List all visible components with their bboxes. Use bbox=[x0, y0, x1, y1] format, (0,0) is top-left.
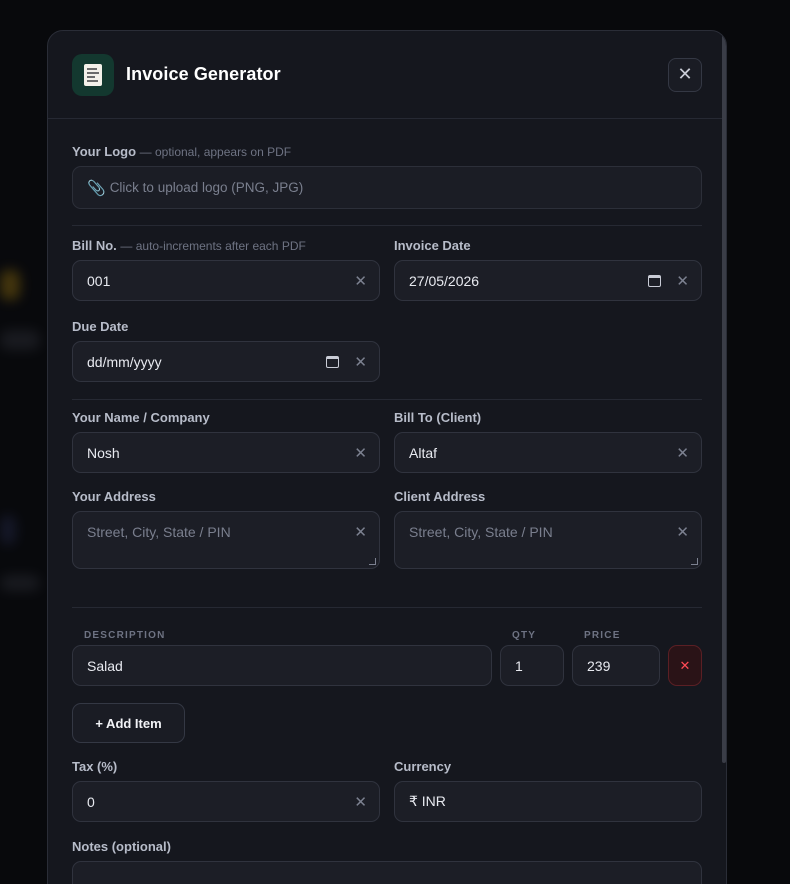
currency-value: ₹ INR bbox=[409, 793, 446, 809]
clear-icon[interactable]: ✕ bbox=[354, 353, 367, 371]
bill-no-value: 001 bbox=[87, 272, 111, 289]
your-name-label: Your Name / Company bbox=[72, 410, 210, 425]
receipt-icon bbox=[72, 53, 114, 96]
logo-hint: — optional, appears on PDF bbox=[139, 145, 292, 159]
add-item-button[interactable]: + Add Item bbox=[72, 703, 185, 743]
column-price-header: PRICE bbox=[584, 630, 621, 641]
invoice-modal: Invoice Generator ✕ Your Logo — optional… bbox=[47, 30, 727, 884]
clear-icon[interactable]: ✕ bbox=[676, 523, 689, 541]
client-address-textarea[interactable]: Street, City, State / PIN ✕ bbox=[394, 511, 702, 569]
your-name-value: Nosh bbox=[87, 444, 120, 461]
bill-no-label: Bill No. — auto-increments after each PD… bbox=[72, 238, 306, 253]
item-price-value: 239 bbox=[587, 657, 611, 674]
close-button[interactable]: ✕ bbox=[668, 57, 702, 92]
client-address-label: Client Address bbox=[394, 489, 486, 504]
due-date-input[interactable]: dd/mm/yyyy ✕ bbox=[72, 341, 380, 382]
backdrop-shape bbox=[0, 330, 40, 350]
delete-item-button[interactable]: ✕ bbox=[668, 645, 702, 686]
notes-textarea[interactable] bbox=[72, 861, 702, 884]
resize-handle[interactable] bbox=[691, 558, 698, 565]
item-price-input[interactable]: 239 bbox=[572, 645, 660, 686]
bill-to-value: Altaf bbox=[409, 444, 438, 461]
item-qty-input[interactable]: 1 bbox=[500, 645, 564, 686]
line-item-row: Salad 1 239 ✕ bbox=[72, 645, 702, 686]
invoice-date-input[interactable]: 27/05/2026 ✕ bbox=[394, 260, 702, 301]
tax-input[interactable]: 0 ✕ bbox=[72, 781, 380, 822]
currency-select[interactable]: ₹ INR bbox=[394, 781, 702, 822]
clear-icon[interactable]: ✕ bbox=[676, 272, 689, 290]
client-address-placeholder: Street, City, State / PIN bbox=[409, 524, 553, 540]
section-divider bbox=[72, 225, 702, 226]
bill-to-input[interactable]: Altaf ✕ bbox=[394, 432, 702, 473]
due-date-placeholder: dd/mm/yyyy bbox=[87, 353, 162, 370]
clear-icon[interactable]: ✕ bbox=[676, 444, 689, 462]
invoice-date-value: 27/05/2026 bbox=[409, 272, 480, 289]
bill-to-label: Bill To (Client) bbox=[394, 410, 482, 425]
your-address-label: Your Address bbox=[72, 489, 156, 504]
modal-title: Invoice Generator bbox=[126, 64, 281, 84]
calendar-icon[interactable] bbox=[326, 355, 339, 368]
column-qty-header: QTY bbox=[512, 630, 537, 641]
item-description-input[interactable]: Salad bbox=[72, 645, 492, 686]
item-qty-value: 1 bbox=[515, 657, 523, 674]
item-description-value: Salad bbox=[87, 657, 123, 674]
due-date-label: Due Date bbox=[72, 319, 129, 334]
notes-label: Notes (optional) bbox=[72, 839, 171, 854]
delete-icon: ✕ bbox=[679, 657, 691, 673]
bill-no-input[interactable]: 001 ✕ bbox=[72, 260, 380, 301]
tax-value: 0 bbox=[87, 793, 95, 810]
your-address-textarea[interactable]: Street, City, State / PIN ✕ bbox=[72, 511, 380, 569]
logo-upload[interactable]: 📎 Click to upload logo (PNG, JPG) bbox=[72, 166, 702, 209]
column-description-header: DESCRIPTION bbox=[84, 630, 166, 641]
invoice-date-label: Invoice Date bbox=[394, 238, 471, 253]
logo-label: Your Logo — optional, appears on PDF bbox=[72, 144, 292, 159]
paperclip-icon: 📎 bbox=[87, 179, 106, 197]
resize-handle[interactable] bbox=[369, 558, 376, 565]
section-divider bbox=[72, 607, 702, 608]
calendar-icon[interactable] bbox=[648, 274, 661, 287]
bill-no-hint: — auto-increments after each PDF bbox=[120, 239, 306, 253]
clear-icon[interactable]: ✕ bbox=[354, 272, 367, 290]
tax-label: Tax (%) bbox=[72, 759, 118, 774]
your-address-placeholder: Street, City, State / PIN bbox=[87, 524, 231, 540]
clear-icon[interactable]: ✕ bbox=[354, 793, 367, 811]
currency-label: Currency bbox=[394, 759, 452, 774]
backdrop-shape bbox=[0, 575, 40, 591]
backdrop-shape bbox=[0, 270, 20, 300]
scrollbar[interactable] bbox=[722, 33, 726, 763]
close-icon: ✕ bbox=[677, 64, 693, 84]
section-divider bbox=[72, 399, 702, 400]
logo-upload-text: Click to upload logo (PNG, JPG) bbox=[109, 180, 304, 195]
modal-header: Invoice Generator ✕ bbox=[48, 31, 726, 119]
your-name-input[interactable]: Nosh ✕ bbox=[72, 432, 380, 473]
clear-icon[interactable]: ✕ bbox=[354, 444, 367, 462]
clear-icon[interactable]: ✕ bbox=[354, 523, 367, 541]
backdrop-shape bbox=[0, 515, 16, 545]
